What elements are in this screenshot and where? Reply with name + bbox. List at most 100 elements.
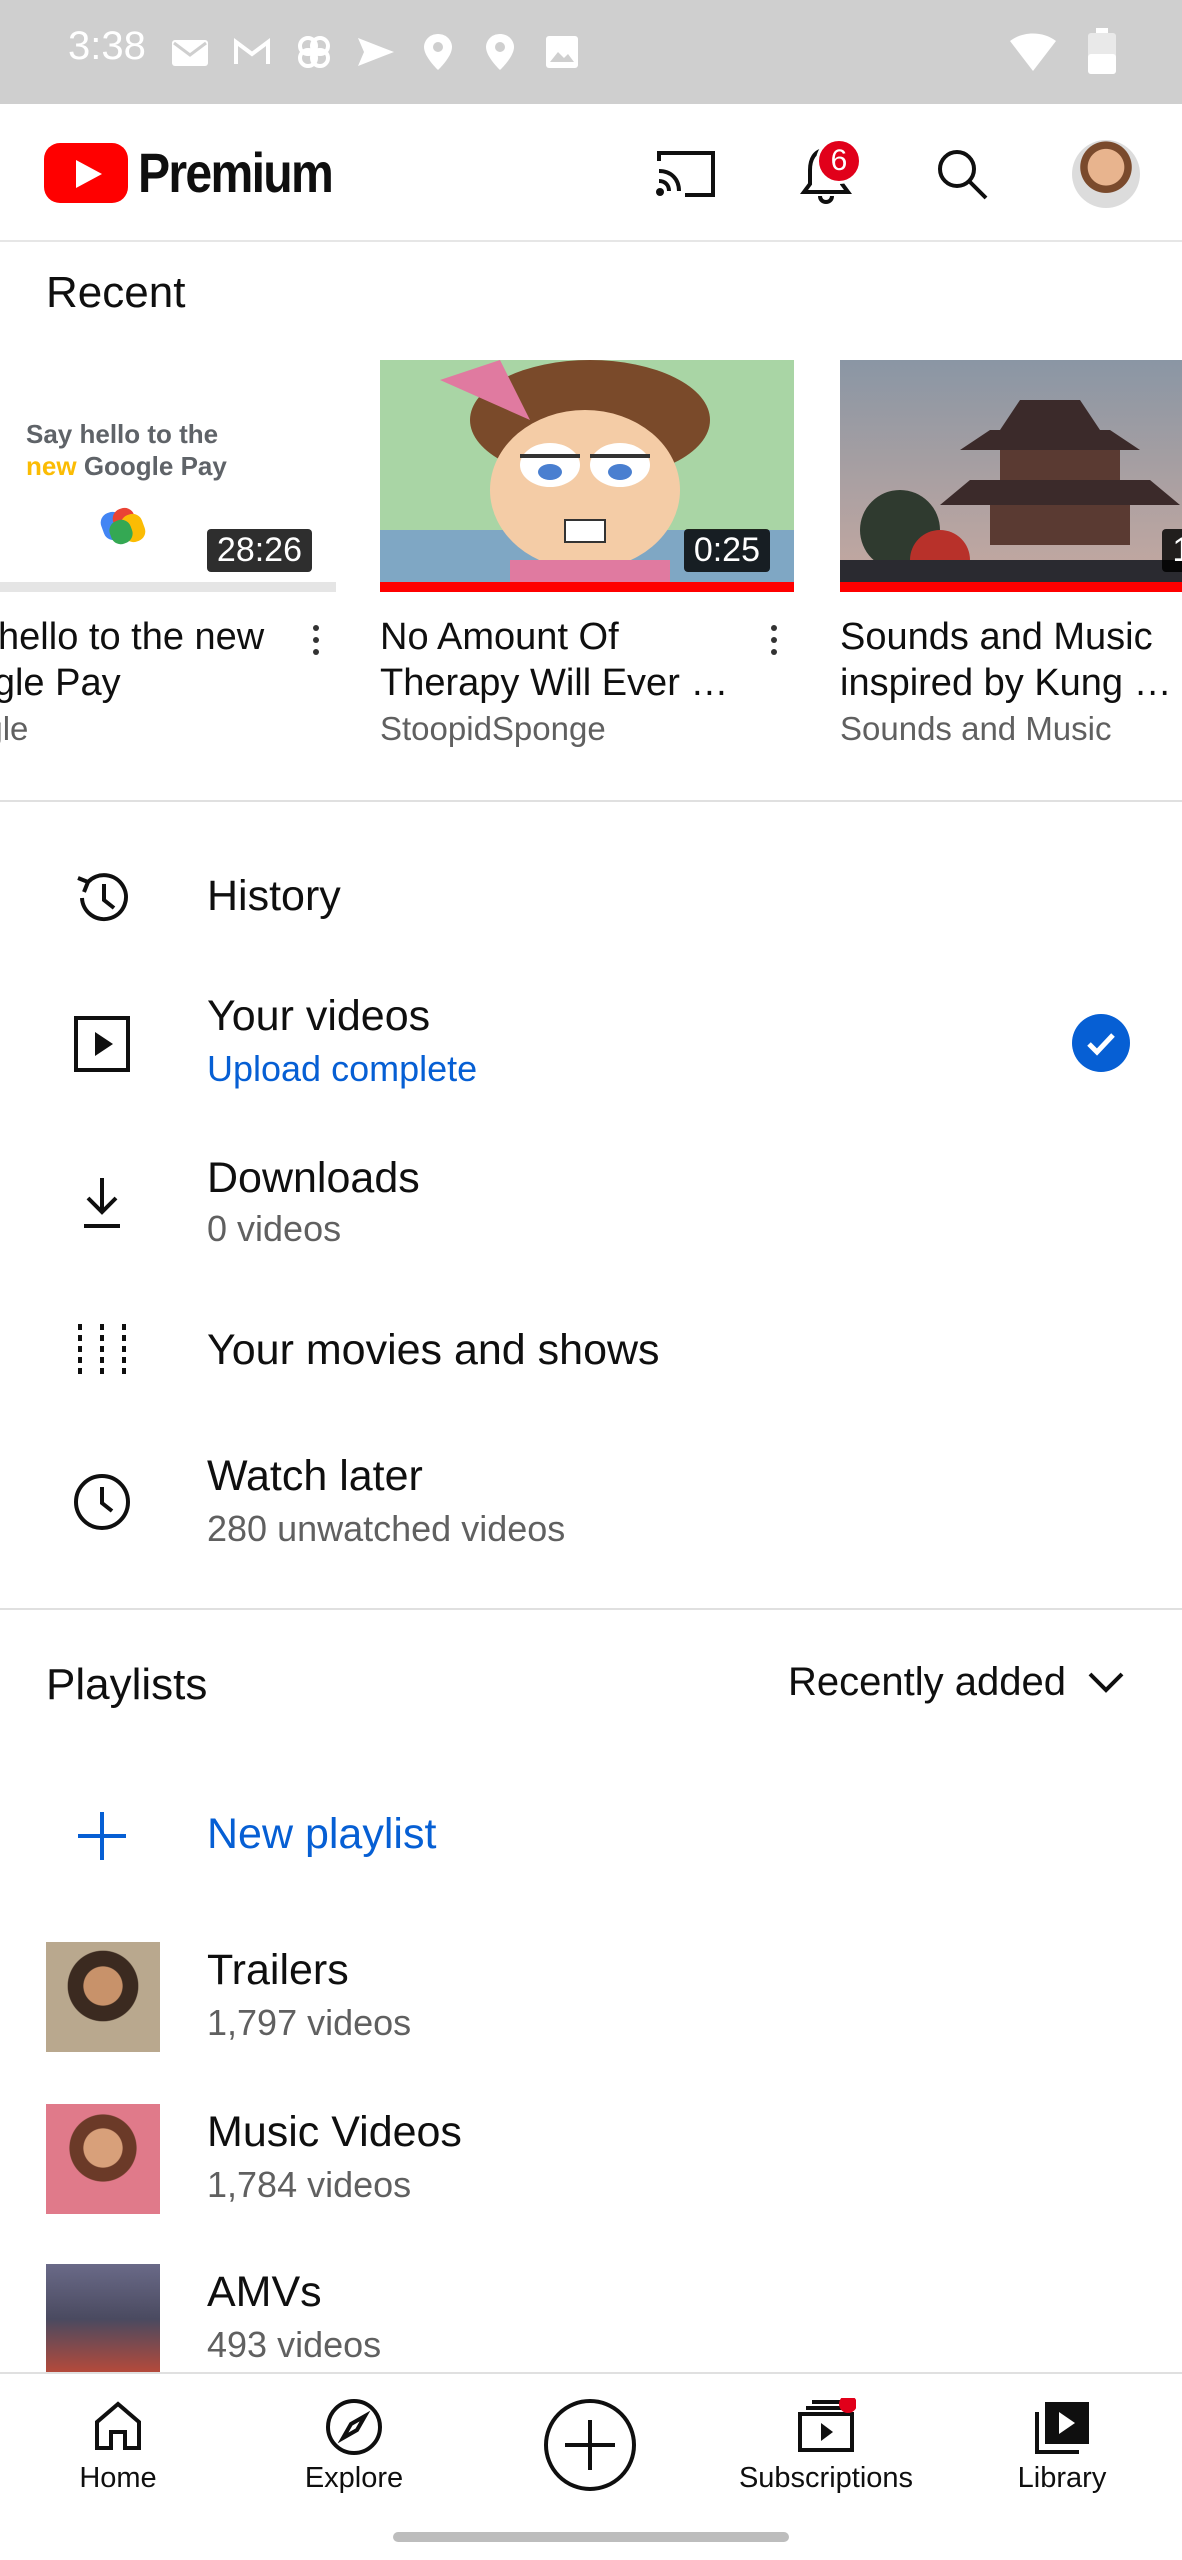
section-divider (0, 1608, 1182, 1610)
search-button[interactable] (922, 134, 1002, 214)
bottom-navigation: Home Explore Subscriptions Library (0, 2372, 1182, 2510)
battery-icon (1088, 28, 1116, 74)
more-options-icon[interactable] (754, 610, 794, 670)
nav-home[interactable]: Home (0, 2374, 236, 2512)
playlists-section-title: Playlists (46, 1660, 208, 1709)
status-notification-icons (170, 30, 582, 74)
library-item-label: History (207, 872, 341, 920)
library-item-history[interactable]: History (0, 828, 1182, 968)
recent-video-card[interactable]: Say hello to the new Google Pay 28:26 Sa… (0, 360, 336, 748)
library-item-your-videos[interactable]: Your videos Upload complete (0, 974, 1182, 1114)
playlist-name: AMVs (207, 2268, 322, 2316)
nav-library[interactable]: Library (944, 2374, 1180, 2512)
download-icon (66, 1166, 138, 1238)
chevron-down-icon (1088, 1672, 1124, 1693)
sort-label: Recently added (788, 1660, 1066, 1704)
status-system-icons (1008, 28, 1116, 74)
upload-status: Upload complete (207, 1048, 478, 1089)
create-icon (544, 2399, 636, 2491)
status-bar: 3:38 (0, 0, 1182, 104)
thumbnail-caption-line1: Say hello to the (26, 419, 219, 449)
pinwheel-icon (298, 36, 330, 68)
recent-video-card[interactable]: 0:25 No Amount Of Therapy Will Ever … St… (380, 360, 794, 748)
thumbnail-caption-line2: Google Pay (83, 451, 227, 481)
location-pin-icon (424, 34, 452, 70)
watch-progress-bar (380, 582, 794, 592)
image-icon (546, 36, 578, 68)
gesture-handle[interactable] (393, 2532, 789, 2542)
nav-label: Subscriptions (738, 2462, 914, 2494)
section-divider (0, 800, 1182, 802)
nav-create[interactable] (472, 2374, 708, 2512)
more-options-icon[interactable] (296, 610, 336, 670)
library-item-label: Downloads (207, 1154, 420, 1202)
wifi-icon (1010, 33, 1056, 71)
video-channel: Google (0, 710, 29, 747)
compass-icon (326, 2399, 382, 2455)
search-icon (938, 150, 988, 200)
status-time: 3:38 (68, 24, 146, 68)
account-avatar[interactable] (1072, 140, 1140, 208)
video-thumbnail[interactable]: 0:25 (380, 360, 794, 592)
home-icon (95, 2401, 141, 2450)
recent-video-card[interactable]: 1:00: Sounds and Music inspired by Kung … (840, 360, 1182, 748)
check-circle-icon (1072, 1014, 1130, 1072)
playlist-name: Music Videos (207, 2108, 462, 2156)
library-item-subtitle: 280 unwatched videos (207, 1508, 566, 1549)
video-thumbnail[interactable]: 1:00: (840, 360, 1182, 592)
notifications-button[interactable]: 6 (786, 134, 866, 214)
playlist-thumbnail (46, 2264, 160, 2374)
playlist-count: 1,784 videos (207, 2164, 412, 2205)
nav-label: Library (1017, 2462, 1107, 2494)
library-item-downloads[interactable]: Downloads 0 videos (0, 1136, 1182, 1276)
mail-icon (172, 40, 208, 66)
playlist-item[interactable]: Trailers 1,797 videos (0, 1928, 1182, 2068)
playlist-count: 1,797 videos (207, 2002, 412, 2043)
video-title: Say hello to the new Google Pay (0, 616, 265, 704)
playlist-name: Trailers (207, 1946, 349, 1994)
playlist-item[interactable]: Music Videos 1,784 videos (0, 2090, 1182, 2230)
video-duration: 1:00: (1162, 529, 1182, 572)
video-thumbnail[interactable]: Say hello to the new Google Pay 28:26 (0, 360, 336, 592)
library-item-movies-and-shows[interactable]: Your movies and shows (0, 1286, 1182, 1426)
library-item-subtitle: 0 videos (207, 1208, 342, 1249)
new-playlist-button[interactable]: New playlist (0, 1766, 1182, 1906)
library-item-label: Your videos (207, 992, 431, 1040)
youtube-premium-logo[interactable]: Premium (44, 140, 364, 205)
nav-label: Explore (304, 2462, 404, 2494)
thumbnail-caption-word: new (26, 451, 77, 481)
library-item-watch-later[interactable]: Watch later 280 unwatched videos (0, 1434, 1182, 1574)
playlist-count: 493 videos (207, 2324, 382, 2365)
library-item-label: Your movies and shows (207, 1326, 660, 1374)
nav-subscriptions[interactable]: Subscriptions (708, 2374, 944, 2512)
notification-count-badge: 6 (816, 138, 862, 184)
location-pin-icon (486, 34, 514, 70)
cast-button[interactable] (646, 134, 726, 214)
library-icon (1035, 2402, 1089, 2454)
youtube-play-logo-icon (44, 142, 128, 203)
watch-progress-track (0, 582, 336, 592)
cast-icon (656, 151, 715, 197)
new-playlist-label: New playlist (207, 1810, 437, 1858)
play-box-icon (66, 1008, 138, 1080)
video-title: No Amount Of Therapy Will Ever … (380, 616, 729, 704)
recent-videos-shelf[interactable]: Say hello to the new Google Pay 28:26 Sa… (0, 360, 1182, 770)
playlist-thumbnail (46, 1942, 160, 2052)
nav-explore[interactable]: Explore (236, 2374, 472, 2512)
playlist-item[interactable]: AMVs 493 videos (0, 2250, 1182, 2390)
film-strip-icon (66, 1314, 138, 1386)
gmail-icon (234, 38, 270, 64)
clock-icon (66, 1466, 138, 1538)
sort-dropdown[interactable]: Recently added (788, 1660, 1126, 1705)
google-pay-logo-icon (100, 507, 146, 545)
recent-section-title: Recent (46, 268, 186, 317)
app-bar: Premium 6 (0, 104, 1182, 242)
video-channel: StoopidSponge (380, 710, 606, 747)
temple-thumbnail-art (840, 360, 1182, 592)
watch-progress-bar (840, 582, 1182, 592)
plus-icon (66, 1800, 138, 1872)
subscriptions-icon (798, 2398, 856, 2452)
video-duration: 28:26 (206, 529, 312, 572)
playlist-thumbnail (46, 2104, 160, 2214)
thumbnail-caption: Say hello to the new Google Pay (26, 418, 227, 482)
